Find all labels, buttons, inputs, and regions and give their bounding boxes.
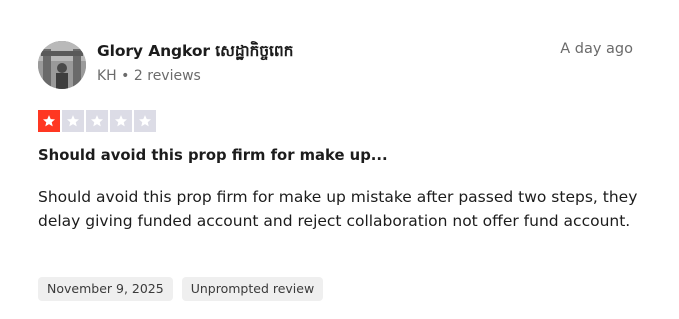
review-type-tag[interactable]: Unprompted review [181, 277, 324, 301]
avatar-photo [38, 41, 86, 89]
meta-separator: • [121, 68, 130, 84]
experience-date-tag: November 9, 2025 [38, 277, 173, 301]
reviewer-name[interactable]: Glory Angkor សេដ្ឋាកិច្ចពេក [97, 41, 293, 64]
star-icon [38, 110, 60, 132]
reviewer-country: KH [97, 68, 117, 84]
star-icon [134, 110, 156, 132]
avatar[interactable] [38, 41, 86, 89]
star-icon [86, 110, 108, 132]
review-tags: November 9, 2025 Unprompted review [38, 277, 324, 301]
reviewer-review-count[interactable]: 2 reviews [134, 68, 201, 84]
star-icon [62, 110, 84, 132]
review-title[interactable]: Should avoid this prop firm for make up.… [38, 147, 388, 164]
star-rating [38, 110, 156, 132]
reviewer-meta: KH • 2 reviews [97, 68, 201, 84]
star-icon [110, 110, 132, 132]
review-body: Should avoid this prop firm for make up … [38, 188, 638, 230]
review-date-relative: A day ago [560, 41, 633, 57]
review-card: Glory Angkor សេដ្ឋាកិច្ចពេក KH • 2 revie… [0, 0, 679, 319]
